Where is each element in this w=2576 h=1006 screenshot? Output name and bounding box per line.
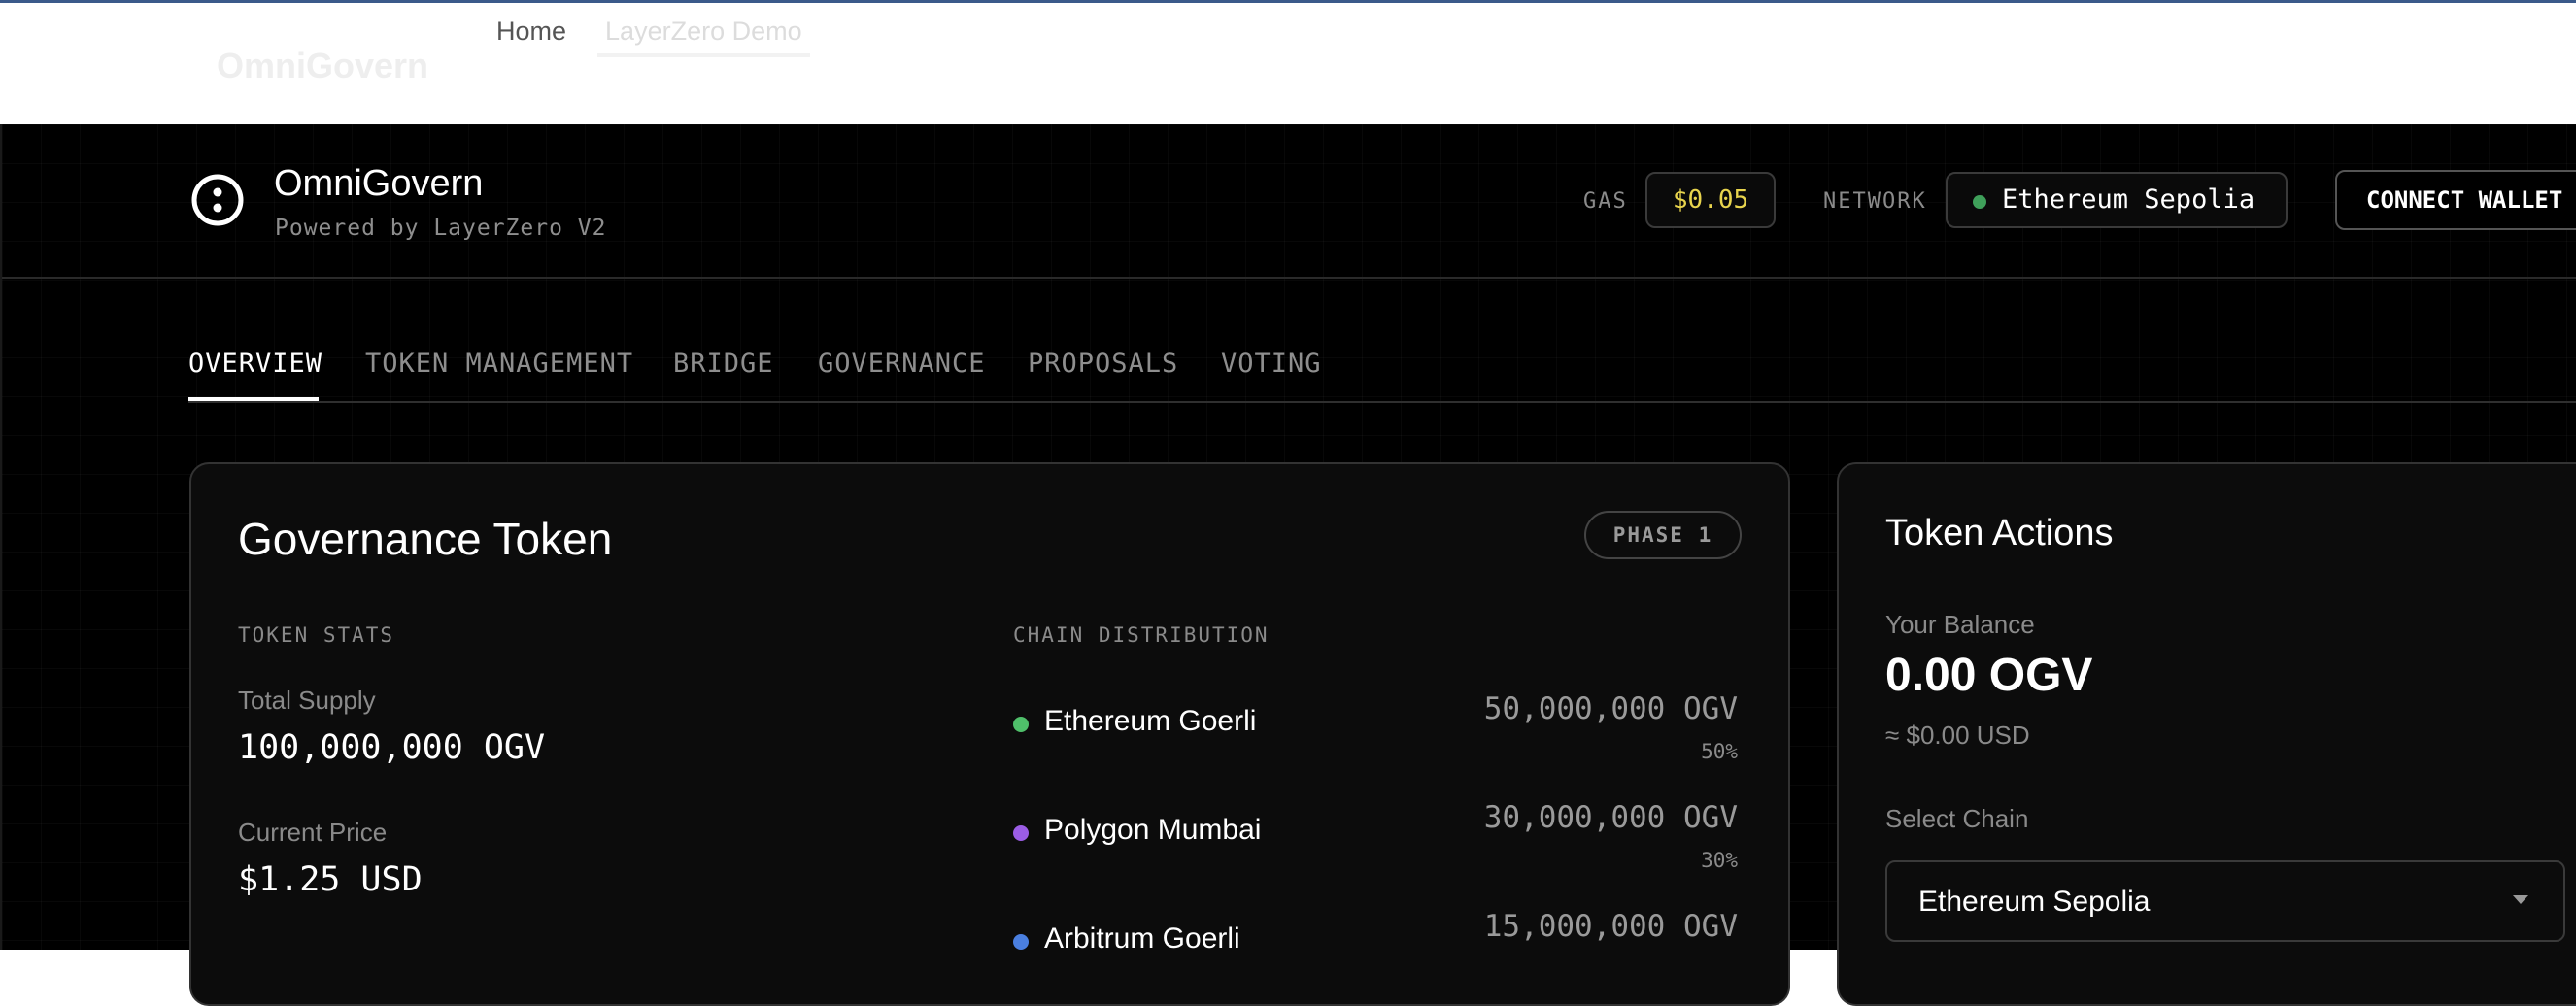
- app-subtitle: Powered by LayerZero V2: [275, 216, 607, 241]
- main-tabs: OVERVIEW TOKEN MANAGEMENT BRIDGE GOVERNA…: [188, 342, 2576, 403]
- token-actions-title: Token Actions: [1885, 513, 2114, 553]
- chain-name: Ethereum Goerli: [1044, 705, 1257, 737]
- card-title: Governance Token: [238, 514, 613, 564]
- app-container: OmniGovern Powered by LayerZero V2 GAS $…: [0, 124, 2576, 1006]
- tab-token-management[interactable]: TOKEN MANAGEMENT: [365, 342, 633, 401]
- nav-link-home[interactable]: Home: [489, 17, 574, 53]
- chain-percentage: 30%: [1701, 849, 1738, 872]
- chain-distribution-row: Polygon Mumbai 30,000,000 OGV 30%: [1013, 800, 1738, 897]
- balance-value: 0.00 OGV: [1885, 650, 2093, 701]
- gas-price-badge: $0.05: [1645, 172, 1776, 228]
- token-actions-card: Token Actions Your Balance 0.00 OGV ≈ $0…: [1837, 462, 2576, 1006]
- chain-name: Polygon Mumbai: [1044, 814, 1262, 846]
- current-price-label: Current Price: [238, 818, 388, 847]
- balance-usd-value: ≈ $0.00 USD: [1885, 721, 2030, 750]
- gas-label: GAS: [1583, 189, 1628, 214]
- app-header: OmniGovern Powered by LayerZero V2 GAS $…: [2, 124, 2576, 279]
- chain-amount: 30,000,000 OGV: [1483, 800, 1738, 835]
- chain-distribution-row: Ethereum Goerli 50,000,000 OGV 50%: [1013, 691, 1738, 788]
- site-brand[interactable]: OmniGovern: [217, 46, 428, 86]
- chain-percentage: 50%: [1701, 740, 1738, 763]
- phase-badge: PHASE 1: [1584, 511, 1742, 559]
- chain-distribution-heading: CHAIN DISTRIBUTION: [1013, 623, 1270, 647]
- chain-color-dot-icon: [1013, 934, 1029, 950]
- chain-select-value: Ethereum Sepolia: [1918, 886, 2151, 918]
- network-name: Ethereum Sepolia: [2002, 184, 2255, 215]
- tab-proposals[interactable]: PROPOSALS: [1028, 342, 1178, 401]
- governance-token-card: Governance Token PHASE 1 TOKEN STATS Tot…: [189, 462, 1790, 1006]
- chain-color-dot-icon: [1013, 825, 1029, 841]
- token-stats-heading: TOKEN STATS: [238, 623, 395, 647]
- omnigovern-logo-icon: [191, 174, 244, 226]
- nav-link-layerzero-demo[interactable]: LayerZero Demo: [597, 17, 810, 57]
- connect-wallet-button[interactable]: CONNECT WALLET: [2335, 170, 2576, 230]
- top-nav: Home LayerZero Demo: [489, 17, 833, 57]
- network-label: NETWORK: [1823, 189, 1927, 214]
- select-chain-label: Select Chain: [1885, 804, 2029, 833]
- total-supply-label: Total Supply: [238, 686, 376, 715]
- chain-name: Arbitrum Goerli: [1044, 922, 1240, 955]
- chevron-down-icon: [2513, 895, 2528, 904]
- chain-amount: 50,000,000 OGV: [1483, 691, 1738, 726]
- current-price-value: $1.25 USD: [238, 860, 423, 899]
- app-title: OmniGovern: [274, 163, 484, 204]
- chain-color-dot-icon: [1013, 717, 1029, 732]
- tab-overview[interactable]: OVERVIEW: [188, 342, 322, 401]
- chain-select-dropdown[interactable]: Ethereum Sepolia: [1885, 860, 2565, 942]
- balance-label: Your Balance: [1885, 610, 2035, 639]
- network-status-dot-icon: [1973, 195, 1986, 209]
- tab-governance[interactable]: GOVERNANCE: [818, 342, 986, 401]
- chain-amount: 15,000,000 OGV: [1483, 909, 1738, 944]
- network-selector[interactable]: Ethereum Sepolia: [1946, 172, 2288, 228]
- total-supply-value: 100,000,000 OGV: [238, 728, 546, 767]
- site-top-bar: OmniGovern Home LayerZero Demo: [0, 0, 2576, 124]
- chain-distribution-row: Arbitrum Goerli 15,000,000 OGV: [1013, 909, 1738, 1006]
- tab-voting[interactable]: VOTING: [1221, 342, 1322, 401]
- tab-bridge[interactable]: BRIDGE: [673, 342, 774, 401]
